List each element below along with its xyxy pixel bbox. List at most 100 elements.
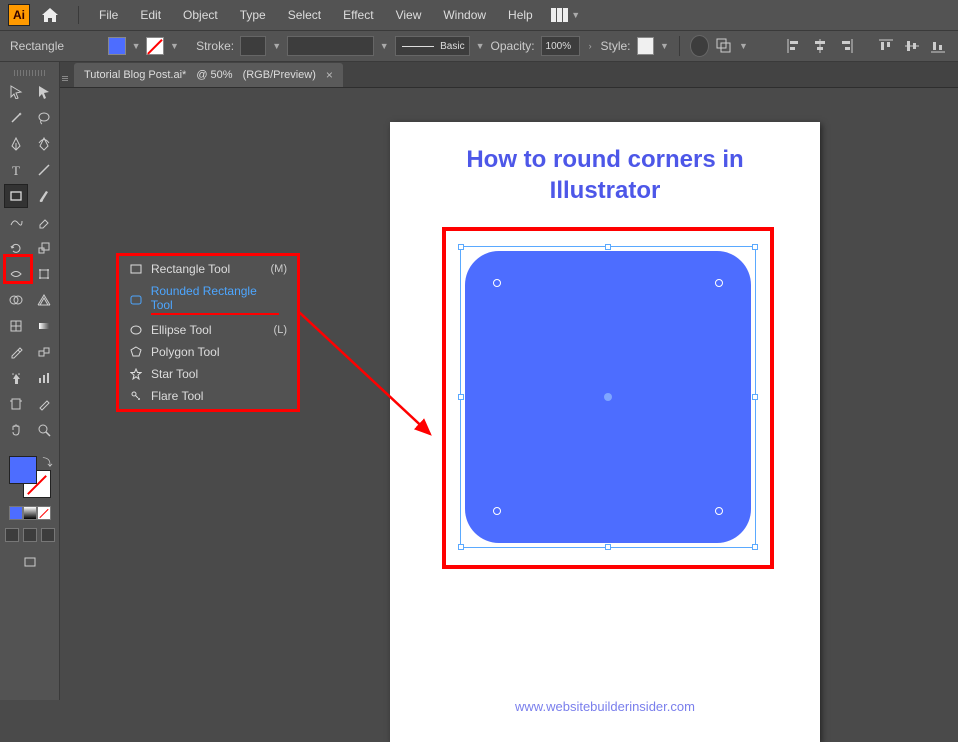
tab-grip[interactable] [62, 76, 68, 81]
align-right-button[interactable] [836, 36, 856, 56]
blend-tool[interactable] [32, 340, 56, 364]
lasso-tool[interactable] [32, 106, 56, 130]
app-logo-icon: Ai [8, 4, 30, 26]
stroke-swatch[interactable] [146, 37, 164, 55]
control-bar: Rectangle ▼ ▼ Stroke: ▼ ▼ Basic▼ Opacity… [0, 30, 958, 62]
fill-swatch[interactable] [108, 37, 126, 55]
artboard-footer-url: www.websitebuilderinsider.com [390, 699, 820, 714]
variable-width-profile[interactable] [287, 36, 374, 56]
menu-type[interactable]: Type [230, 4, 276, 26]
shaper-tool[interactable] [4, 210, 28, 234]
artboard-tool[interactable] [4, 392, 28, 416]
eraser-tool[interactable] [32, 210, 56, 234]
polygon-icon [129, 345, 143, 359]
artboard[interactable]: How to round corners in Illustrator [390, 122, 820, 742]
color-mode-gradient[interactable] [23, 506, 37, 520]
flyout-item-label: Ellipse Tool [151, 323, 211, 337]
graphic-style-swatch[interactable] [637, 37, 655, 55]
rotate-tool[interactable] [4, 236, 28, 260]
flare-icon [129, 389, 143, 403]
column-graph-tool[interactable] [32, 366, 56, 390]
swap-fill-stroke-icon[interactable]: ⤵ [43, 454, 53, 469]
star-icon [129, 367, 143, 381]
fill-color-indicator[interactable] [9, 456, 37, 484]
paintbrush-tool[interactable] [32, 184, 56, 208]
width-tool[interactable] [4, 262, 28, 286]
scale-tool[interactable] [32, 236, 56, 260]
align-bottom-button[interactable] [928, 36, 948, 56]
document-colormode-label: (RGB/Preview) [243, 69, 316, 81]
flyout-ellipse-tool[interactable]: Ellipse Tool (L) [119, 319, 297, 341]
stroke-dropdown-caret[interactable]: ▼ [170, 41, 179, 51]
selection-tool[interactable] [4, 80, 28, 104]
align-left-button[interactable] [784, 36, 804, 56]
type-tool[interactable]: T [4, 158, 28, 182]
zoom-tool[interactable] [32, 418, 56, 442]
home-icon[interactable] [38, 3, 62, 27]
menu-object[interactable]: Object [173, 4, 228, 26]
color-mode-solid[interactable] [9, 506, 23, 520]
document-zoom-label: @ 50% [196, 69, 232, 81]
align-vcenter-button[interactable] [902, 36, 922, 56]
flyout-item-shortcut: (M) [271, 263, 288, 275]
shape-builder-tool[interactable] [4, 288, 28, 312]
magic-wand-tool[interactable] [4, 106, 28, 130]
brush-definition[interactable]: Basic [395, 36, 470, 56]
flyout-item-label: Rectangle Tool [151, 262, 230, 276]
flyout-star-tool[interactable]: Star Tool [119, 363, 297, 385]
menu-select[interactable]: Select [278, 4, 331, 26]
align-top-button[interactable] [876, 36, 896, 56]
curvature-tool[interactable] [32, 132, 56, 156]
free-transform-tool[interactable] [32, 262, 56, 286]
line-segment-tool[interactable] [32, 158, 56, 182]
menu-view[interactable]: View [386, 4, 432, 26]
flyout-polygon-tool[interactable]: Polygon Tool [119, 341, 297, 363]
pen-tool[interactable] [4, 132, 28, 156]
document-viewport[interactable]: Tutorial Blog Post.ai* @ 50% (RGB/Previe… [60, 62, 958, 700]
slice-tool[interactable] [32, 392, 56, 416]
stroke-weight-input[interactable] [240, 36, 266, 56]
document-tab[interactable]: Tutorial Blog Post.ai* @ 50% (RGB/Previe… [74, 63, 343, 87]
selection-type-label: Rectangle [10, 39, 64, 53]
panel-grip[interactable] [14, 70, 46, 76]
menu-help[interactable]: Help [498, 4, 543, 26]
draw-normal[interactable] [5, 528, 19, 542]
draw-inside[interactable] [41, 528, 55, 542]
arrange-documents-button[interactable]: ▼ [551, 8, 581, 22]
tools-panel: T [0, 62, 60, 700]
menu-effect[interactable]: Effect [333, 4, 383, 26]
menu-file[interactable]: File [89, 4, 128, 26]
draw-mode-buttons [5, 528, 55, 542]
flyout-flare-tool[interactable]: Flare Tool [119, 385, 297, 407]
recolor-artwork-button[interactable] [690, 35, 709, 57]
hand-tool[interactable] [4, 418, 28, 442]
rectangle-tool[interactable] [4, 184, 28, 208]
workspace: T [0, 62, 958, 700]
direct-selection-tool[interactable] [32, 80, 56, 104]
rectangle-icon [129, 262, 143, 276]
flyout-rectangle-tool[interactable]: Rectangle Tool (M) [119, 258, 297, 280]
flyout-item-shortcut: (L) [274, 324, 287, 336]
close-tab-icon[interactable]: × [326, 68, 333, 82]
annotation-highlight-frame [442, 227, 774, 569]
fill-dropdown-caret[interactable]: ▼ [132, 41, 141, 51]
mesh-tool[interactable] [4, 314, 28, 338]
screen-mode-button[interactable] [18, 550, 42, 574]
flyout-rounded-rectangle-tool[interactable]: Rounded Rectangle Tool [119, 280, 297, 319]
align-hcenter-button[interactable] [810, 36, 830, 56]
draw-behind[interactable] [23, 528, 37, 542]
brush-label: Basic [440, 41, 464, 52]
eyedropper-tool[interactable] [4, 340, 28, 364]
color-mode-none[interactable] [37, 506, 51, 520]
align-to-selection-button[interactable] [715, 36, 733, 56]
perspective-grid-tool[interactable] [32, 288, 56, 312]
menu-window[interactable]: Window [433, 4, 496, 26]
fill-stroke-indicator[interactable]: ⤵ [9, 456, 51, 498]
artboard-wrapper: How to round corners in Illustrator [390, 122, 820, 742]
menu-edit[interactable]: Edit [130, 4, 171, 26]
gradient-tool[interactable] [32, 314, 56, 338]
opacity-input[interactable]: 100% [541, 36, 580, 56]
symbol-sprayer-tool[interactable] [4, 366, 28, 390]
artboard-title-text: How to round corners in Illustrator [390, 122, 820, 216]
stroke-weight-caret[interactable]: ▼ [272, 41, 281, 51]
